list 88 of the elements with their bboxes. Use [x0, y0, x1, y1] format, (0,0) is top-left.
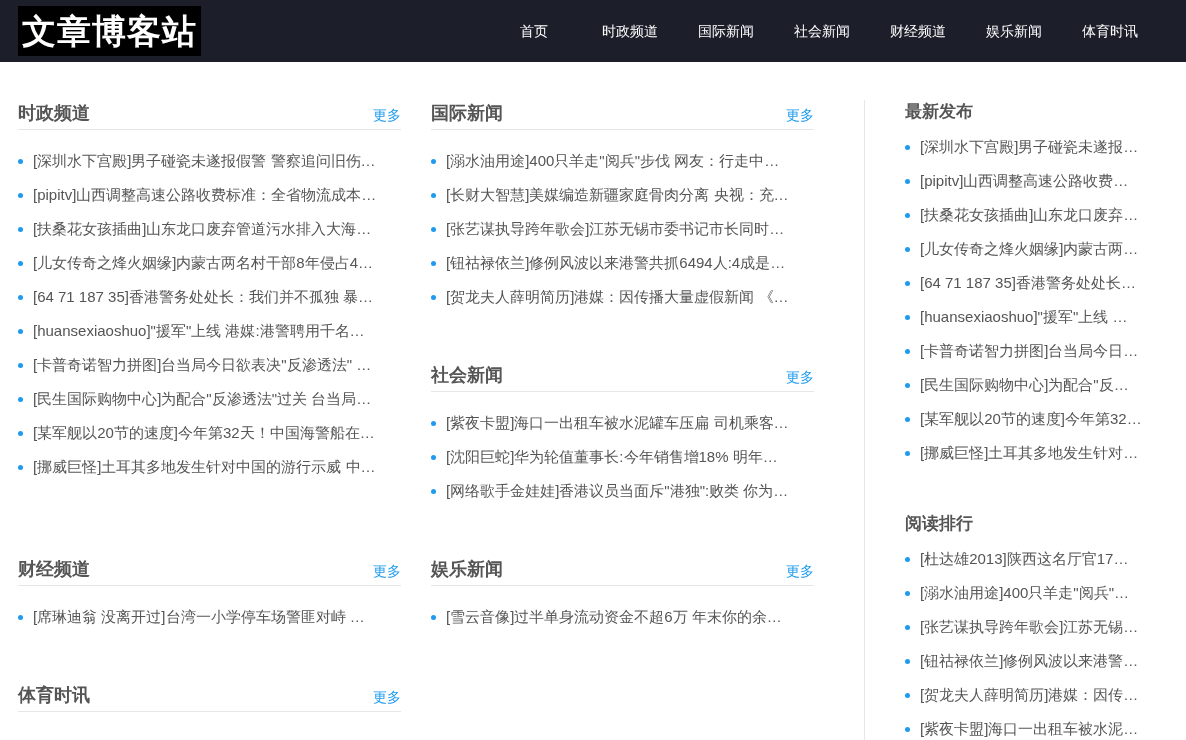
bullet-icon — [905, 382, 910, 388]
article-link[interactable]: [贺龙夫人薛明简历]港媒：因传… — [920, 685, 1139, 705]
article-link[interactable]: [扶桑花女孩插曲]山东龙口废弃管道污水排入大海… — [33, 219, 372, 239]
article-link[interactable]: [pipitv]山西调整高速公路收费… — [920, 171, 1129, 191]
article-link[interactable]: [儿女传奇之烽火姻缘]内蒙古两… — [920, 239, 1139, 259]
article-link[interactable]: [张艺谋执导跨年歌会]江苏无锡… — [920, 617, 1139, 637]
bullet-icon — [18, 396, 23, 402]
bullet-icon — [431, 192, 436, 198]
bullet-icon — [905, 590, 910, 596]
section-title: 国际新闻 — [431, 102, 503, 125]
article-link[interactable]: [溺水油用途]400只羊走"阅兵"步伐 网友：行走中… — [446, 151, 780, 171]
article-link[interactable]: [huansexiaoshuo]"援军"上线 … — [920, 307, 1128, 327]
bullet-icon — [18, 192, 23, 198]
article-link[interactable]: [溺水油用途]400只羊走"阅兵"… — [920, 583, 1129, 603]
bullet-icon — [905, 658, 910, 664]
bullet-icon — [18, 294, 23, 300]
article-link[interactable]: [扶桑花女孩插曲]山东龙口废弃… — [920, 205, 1139, 225]
nav-link[interactable]: 体育时讯 — [1062, 20, 1158, 42]
article-link[interactable]: [卡普奇诺智力拼图]台当局今日… — [920, 341, 1139, 361]
bullet-icon — [431, 420, 436, 426]
bullet-icon — [905, 450, 910, 456]
article-link[interactable]: [卡普奇诺智力拼图]台当局今日欲表决"反渗透法" … — [33, 355, 372, 375]
article-link[interactable]: [某军舰以20节的速度]今年第32天！中国海警船在… — [33, 423, 375, 443]
bullet-icon — [18, 158, 23, 164]
bullet-icon — [431, 260, 436, 266]
nav-link[interactable]: 社会新闻 — [774, 20, 870, 42]
article-link[interactable]: [挪威巨怪]土耳其多地发生针对中国的游行示威 中… — [33, 457, 376, 477]
section-title: 财经频道 — [18, 558, 90, 581]
bullet-icon — [905, 178, 910, 184]
bullet-icon — [905, 348, 910, 354]
bullet-icon — [431, 454, 436, 460]
bullet-icon — [431, 158, 436, 164]
section-title: 社会新闻 — [431, 364, 503, 387]
bullet-icon — [905, 280, 910, 286]
article-link[interactable]: [pipitv]山西调整高速公路收费标准：全省物流成本… — [33, 185, 377, 205]
bullet-icon — [905, 624, 910, 630]
article-link[interactable]: [沈阳巨蛇]华为轮值董事长:今年销售增18% 明年… — [446, 447, 778, 467]
article-link[interactable]: [雪云音像]过半单身流动资金不超6万 年末你的余… — [446, 607, 782, 627]
nav-link[interactable]: 首页 — [486, 20, 582, 42]
nav-link[interactable]: 财经频道 — [870, 20, 966, 42]
site-logo[interactable]: 文章博客站 — [18, 6, 201, 56]
nav-link[interactable]: 时政频道 — [582, 20, 678, 42]
bullet-icon — [18, 328, 23, 334]
article-link[interactable]: [huansexiaoshuo]"援军"上线 港媒:港警聘用千名… — [33, 321, 365, 341]
article-link[interactable]: [民生国际购物中心]为配合"反… — [920, 375, 1129, 395]
section-title: 阅读排行 — [905, 513, 974, 535]
article-link[interactable]: [网络歌手金娃娃]香港议员当面斥"港独":败类 你为… — [446, 481, 789, 501]
bullet-icon — [18, 226, 23, 232]
article-link[interactable]: [民生国际购物中心]为配合"反渗透法"过关 台当局… — [33, 389, 372, 409]
section-title: 体育时讯 — [18, 684, 90, 707]
bullet-icon — [905, 556, 910, 562]
article-link[interactable]: [张艺谋执导跨年歌会]江苏无锡市委书记市长同时… — [446, 219, 785, 239]
bullet-icon — [431, 226, 436, 232]
article-link[interactable]: [紫夜卡盟]海口一出租车被水泥… — [920, 719, 1139, 739]
bullet-icon — [905, 416, 910, 422]
bullet-icon — [905, 726, 910, 732]
bullet-icon — [905, 692, 910, 698]
article-link[interactable]: [深圳水下宫殿]男子碰瓷未遂报假警 警察追问旧伤… — [33, 151, 376, 171]
article-link[interactable]: [紫夜卡盟]海口一出租车被水泥罐车压扁 司机乘客… — [446, 413, 789, 433]
article-link[interactable]: [深圳水下宫殿]男子碰瓷未遂报… — [920, 137, 1139, 157]
article-link[interactable]: [贺龙夫人薛明简历]港媒：因传播大量虚假新闻 《… — [446, 287, 789, 307]
bullet-icon — [905, 246, 910, 252]
nav-link[interactable]: 娱乐新闻 — [966, 20, 1062, 42]
section-title: 最新发布 — [905, 101, 974, 123]
bullet-icon — [905, 212, 910, 218]
bullet-icon — [18, 430, 23, 436]
article-link[interactable]: [64 71 187 35]香港警务处处长：我们并不孤独 暴… — [33, 287, 374, 307]
bullet-icon — [905, 144, 910, 150]
bullet-icon — [431, 488, 436, 494]
article-link[interactable]: [儿女传奇之烽火姻缘]内蒙古两名村干部8年侵占4… — [33, 253, 374, 273]
bullet-icon — [18, 260, 23, 266]
article-link[interactable]: [挪威巨怪]土耳其多地发生针对… — [920, 443, 1139, 463]
article-link[interactable]: [某军舰以20节的速度]今年第32… — [920, 409, 1142, 429]
bullet-icon — [18, 362, 23, 368]
article-link[interactable]: [钮祜禄依兰]修例风波以来港警… — [920, 651, 1139, 671]
section-title: 娱乐新闻 — [431, 558, 503, 581]
nav-link[interactable]: 国际新闻 — [678, 20, 774, 42]
section-title: 时政频道 — [18, 102, 90, 125]
bullet-icon — [431, 294, 436, 300]
article-link[interactable]: [杜达雄2013]陕西这名厅官17… — [920, 549, 1129, 569]
bullet-icon — [905, 314, 910, 320]
article-link[interactable]: [长财大智慧]美媒编造新疆家庭骨肉分离 央视：充… — [446, 185, 789, 205]
article-link[interactable]: [64 71 187 35]香港警务处处长… — [920, 273, 1136, 293]
bullet-icon — [431, 614, 436, 620]
bullet-icon — [18, 464, 23, 470]
bullet-icon — [18, 614, 23, 620]
article-link[interactable]: [钮祜禄依兰]修例风波以来港警共抓6494人:4成是… — [446, 253, 786, 273]
article-link[interactable]: [席琳迪翁 没离开过]台湾一小学停车场警匪对峙 … — [33, 607, 365, 627]
